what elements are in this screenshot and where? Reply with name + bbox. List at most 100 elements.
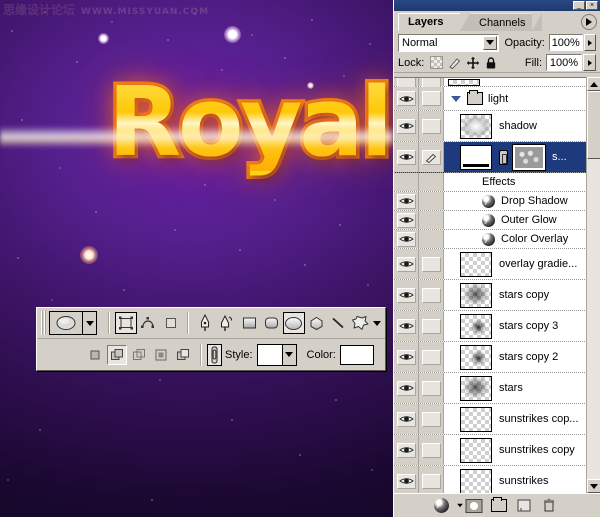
link-cell[interactable] [419, 342, 444, 372]
palette-titlebar[interactable]: _ × [394, 0, 600, 11]
shape-layer-mode-button[interactable] [115, 312, 137, 334]
layer-row-stars-copy-3[interactable]: stars copy 3 [394, 311, 600, 342]
visibility-cell[interactable] [394, 78, 419, 90]
layer-thumbnail[interactable] [460, 113, 492, 139]
visibility-cell[interactable] [394, 230, 419, 248]
eye-box[interactable] [396, 411, 416, 427]
layer-row-drop-shadow[interactable]: Drop Shadow [394, 192, 600, 211]
fill-pixels-mode-button[interactable] [159, 312, 182, 334]
layer-name-sunstrikes-copy-2[interactable]: sunstrikes cop... [499, 413, 578, 425]
ellipse-tool-button[interactable] [283, 312, 305, 334]
add-layer-mask-button[interactable] [463, 496, 485, 516]
delete-layer-button[interactable] [538, 496, 560, 516]
link-box[interactable] [421, 256, 441, 272]
visibility-cell[interactable] [394, 192, 419, 210]
eye-box[interactable] [396, 473, 416, 489]
layer-name-stars[interactable]: stars [499, 382, 523, 394]
create-new-shape-layer-button[interactable] [85, 344, 105, 365]
link-chain-icon[interactable] [499, 149, 508, 165]
document-canvas[interactable]: Royal Royal 思缘设计论坛WWW.MISSYUAN.COM [0, 0, 393, 517]
eye-box[interactable] [396, 349, 416, 365]
layer-thumbnail[interactable] [460, 437, 492, 463]
eye-box[interactable] [396, 287, 416, 303]
eye-box[interactable] [396, 231, 416, 247]
link-cell[interactable] [419, 173, 444, 191]
layer-name-stars-copy-3[interactable]: stars copy 3 [499, 320, 558, 332]
eye-box[interactable] [396, 118, 416, 134]
eye-box[interactable] [396, 318, 416, 334]
chevron-down-icon[interactable] [451, 95, 461, 102]
layer-style-button[interactable] [207, 343, 222, 366]
pen-tool-button[interactable] [194, 312, 216, 334]
link-cell[interactable] [419, 435, 444, 465]
visibility-cell[interactable] [394, 111, 419, 141]
subtract-from-shape-area-button[interactable] [129, 344, 149, 365]
effect-name-color-overlay[interactable]: Color Overlay [501, 233, 568, 245]
layer-name-shadow[interactable]: shadow [499, 120, 537, 132]
layer-row-group-light[interactable]: light [394, 87, 600, 111]
visibility-cell[interactable] [394, 211, 419, 229]
link-cell[interactable] [419, 280, 444, 310]
layer-name-sunstrikes[interactable]: sunstrikes [499, 475, 549, 487]
lock-image-pixels-button[interactable] [446, 54, 463, 71]
link-box[interactable] [421, 118, 441, 134]
lock-transparent-pixels-button[interactable] [428, 54, 445, 71]
tool-preset-dropdown[interactable] [83, 311, 98, 335]
layer-row-outer-glow[interactable]: Outer Glow [394, 211, 600, 230]
layer-mask-thumbnail[interactable] [512, 143, 546, 171]
layer-row-sunstrikes-copy[interactable]: sunstrikes copy [394, 435, 600, 466]
link-box[interactable] [421, 91, 441, 106]
tool-preset-picker[interactable] [49, 311, 84, 335]
visibility-cell[interactable] [394, 404, 419, 434]
scrollbar-thumb[interactable] [587, 91, 600, 159]
scroll-down-button[interactable] [587, 479, 600, 493]
options-bar-grip[interactable] [41, 311, 47, 335]
eye-box[interactable] [396, 91, 416, 106]
style-swatch[interactable] [256, 343, 283, 366]
close-button[interactable]: × [586, 1, 598, 10]
eye-box[interactable] [396, 442, 416, 458]
minimize-button[interactable]: _ [573, 1, 585, 10]
link-box[interactable] [421, 442, 441, 458]
visibility-cell[interactable] [394, 466, 419, 493]
link-cell[interactable] [419, 373, 444, 403]
layer-row-overlay-gradient[interactable]: overlay gradie... [394, 249, 600, 280]
layer-row-stars-copy-2[interactable]: stars copy 2 [394, 342, 600, 373]
visibility-cell[interactable] [394, 373, 419, 403]
layer-row-shadow[interactable]: shadow [394, 111, 600, 142]
layer-thumbnail[interactable] [460, 251, 492, 277]
link-cell[interactable] [419, 78, 444, 90]
lock-all-button[interactable] [482, 54, 499, 71]
visibility-cell[interactable] [394, 173, 419, 191]
layer-thumbnail[interactable] [460, 375, 492, 401]
layer-name-light[interactable]: light [488, 93, 508, 105]
layer-name-selected[interactable]: s... [552, 151, 567, 163]
layer-list-scrollbar[interactable] [586, 77, 600, 493]
link-cell[interactable] [419, 211, 444, 229]
link-cell[interactable] [419, 404, 444, 434]
layer-row-stars-copy[interactable]: stars copy [394, 280, 600, 311]
polygon-tool-button[interactable] [305, 312, 327, 334]
link-box[interactable] [421, 287, 441, 303]
style-dropdown[interactable] [282, 343, 297, 366]
geometry-options-dropdown[interactable] [372, 320, 381, 326]
visibility-cell[interactable] [394, 142, 419, 172]
link-cell[interactable] [419, 249, 444, 279]
effect-name-outer-glow[interactable]: Outer Glow [501, 214, 557, 226]
link-box[interactable] [421, 411, 441, 427]
layer-thumbnail[interactable] [460, 468, 492, 493]
paths-mode-button[interactable] [137, 312, 159, 334]
intersect-shape-areas-button[interactable] [151, 344, 171, 365]
visibility-cell[interactable] [394, 280, 419, 310]
rectangle-tool-button[interactable] [238, 312, 260, 334]
visibility-cell[interactable] [394, 342, 419, 372]
opacity-spin-button[interactable] [583, 34, 596, 51]
create-new-group-button[interactable] [488, 496, 510, 516]
add-layer-style-button[interactable] [434, 496, 463, 516]
create-new-layer-button[interactable] [513, 496, 535, 516]
layer-thumbnail[interactable] [460, 144, 492, 170]
line-tool-button[interactable] [327, 312, 349, 334]
eye-box[interactable] [396, 212, 416, 228]
link-box[interactable] [421, 349, 441, 365]
tab-layers[interactable]: Layers [398, 13, 462, 31]
